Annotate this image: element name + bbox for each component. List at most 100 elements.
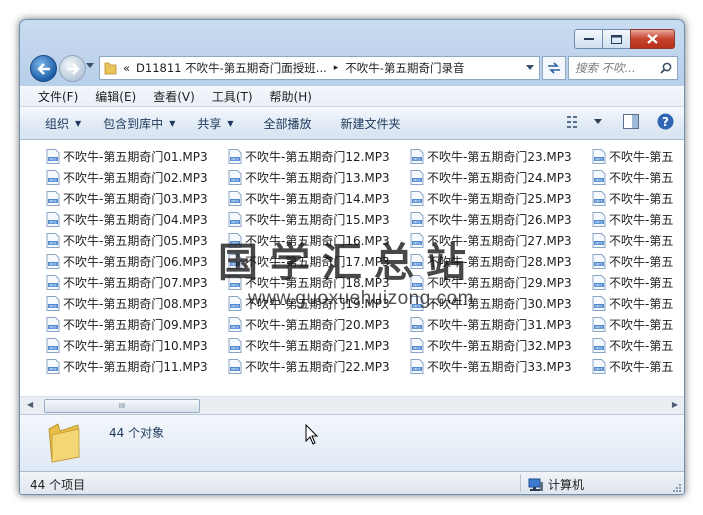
scroll-thumb[interactable]: III (44, 399, 200, 413)
object-count: 44 个对象 (109, 426, 165, 440)
file-item[interactable]: MP3 不吹牛-第五 (592, 146, 684, 167)
file-item[interactable]: MP3 不吹牛-第五期奇门03.MP3 (46, 188, 228, 209)
history-dropdown-icon[interactable] (86, 63, 94, 69)
mp3-file-icon: MP3 (592, 296, 606, 311)
file-item[interactable]: MP3 不吹牛-第五期奇门23.MP3 (410, 146, 592, 167)
mp3-file-icon: MP3 (410, 149, 424, 164)
file-item[interactable]: MP3 不吹牛-第五期奇门15.MP3 (228, 209, 410, 230)
file-name: 不吹牛-第五期奇门01.MP3 (63, 150, 208, 164)
file-list-view[interactable]: MP3 不吹牛-第五期奇门01.MP3 MP3 不吹牛-第五期奇门02.MP3 MP3 不… (20, 140, 684, 396)
close-button[interactable] (630, 29, 675, 49)
file-item[interactable]: MP3 不吹牛-第五 (592, 272, 684, 293)
preview-pane-icon[interactable] (623, 114, 639, 129)
refresh-button[interactable] (542, 56, 566, 80)
organize-button[interactable]: 组织 ▼ (45, 115, 81, 132)
file-item[interactable]: MP3 不吹牛-第五 (592, 356, 684, 377)
file-item[interactable]: MP3 不吹牛-第五期奇门26.MP3 (410, 209, 592, 230)
play-all-button[interactable]: 全部播放 (264, 115, 312, 132)
file-name: 不吹牛-第五期奇门03.MP3 (63, 192, 208, 206)
file-item[interactable]: MP3 不吹牛-第五期奇门12.MP3 (228, 146, 410, 167)
file-item[interactable]: MP3 不吹牛-第五期奇门24.MP3 (410, 167, 592, 188)
file-item[interactable]: MP3 不吹牛-第五期奇门02.MP3 (46, 167, 228, 188)
file-item[interactable]: MP3 不吹牛-第五期奇门04.MP3 (46, 209, 228, 230)
search-placeholder[interactable]: 搜索 不吹... (569, 60, 660, 76)
mp3-file-icon: MP3 (410, 212, 424, 227)
menu-help[interactable]: 帮助(H) (270, 88, 312, 105)
file-item[interactable]: MP3 不吹牛-第五期奇门31.MP3 (410, 314, 592, 335)
organize-label: 组织 (45, 116, 70, 131)
file-name: 不吹牛-第五期奇门05.MP3 (63, 234, 208, 248)
maximize-button[interactable] (602, 29, 630, 49)
explorer-window: « D11811 不吹牛-第五期奇门面授班... ▸ 不吹牛-第五期奇门录音 搜… (19, 19, 685, 495)
file-item[interactable]: MP3 不吹牛-第五期奇门08.MP3 (46, 293, 228, 314)
file-item[interactable]: MP3 不吹牛-第五期奇门11.MP3 (46, 356, 228, 377)
forward-button[interactable] (59, 55, 86, 82)
scroll-left-icon[interactable]: ◀ (27, 400, 33, 409)
minimize-button[interactable] (574, 29, 602, 49)
mp3-file-icon: MP3 (592, 317, 606, 332)
svg-text:MP3: MP3 (49, 325, 56, 329)
mp3-file-icon: MP3 (592, 170, 606, 185)
breadcrumb-separator[interactable]: ▸ (334, 63, 339, 73)
details-pane: 44 个对象 (20, 414, 684, 471)
file-item[interactable]: MP3 不吹牛-第五期奇门25.MP3 (410, 188, 592, 209)
file-name: 不吹牛-第五 (609, 360, 674, 374)
menu-view[interactable]: 查看(V) (153, 88, 195, 105)
file-item[interactable]: MP3 不吹牛-第五期奇门20.MP3 (228, 314, 410, 335)
horizontal-scrollbar[interactable]: ◀ III ▶ (20, 396, 684, 414)
file-item[interactable]: MP3 不吹牛-第五 (592, 188, 684, 209)
file-name: 不吹牛-第五期奇门09.MP3 (63, 318, 208, 332)
menu-tools[interactable]: 工具(T) (212, 88, 253, 105)
file-item[interactable]: MP3 不吹牛-第五 (592, 230, 684, 251)
file-item[interactable]: MP3 不吹牛-第五期奇门21.MP3 (228, 335, 410, 356)
file-item[interactable]: MP3 不吹牛-第五 (592, 251, 684, 272)
file-item[interactable]: MP3 不吹牛-第五期奇门09.MP3 (46, 314, 228, 335)
file-item[interactable]: MP3 不吹牛-第五 (592, 167, 684, 188)
file-item[interactable]: MP3 不吹牛-第五 (592, 314, 684, 335)
file-item[interactable]: MP3 不吹牛-第五期奇门06.MP3 (46, 251, 228, 272)
file-item[interactable]: MP3 不吹牛-第五期奇门14.MP3 (228, 188, 410, 209)
view-dropdown-icon[interactable] (594, 118, 602, 125)
caption-buttons (574, 29, 675, 49)
help-icon[interactable]: ? (657, 113, 674, 130)
menu-edit[interactable]: 编辑(E) (95, 88, 136, 105)
file-name: 不吹牛-第五 (609, 297, 674, 311)
file-item[interactable]: MP3 不吹牛-第五期奇门32.MP3 (410, 335, 592, 356)
search-icon[interactable] (660, 62, 672, 74)
file-name: 不吹牛-第五期奇门04.MP3 (63, 213, 208, 227)
share-button[interactable]: 共享 ▼ (197, 115, 233, 132)
file-item[interactable]: MP3 不吹牛-第五 (592, 293, 684, 314)
file-item[interactable]: MP3 不吹牛-第五期奇门01.MP3 (46, 146, 228, 167)
address-dropdown-icon[interactable] (526, 65, 534, 71)
search-box[interactable]: 搜索 不吹... (568, 56, 678, 80)
svg-text:MP3: MP3 (595, 220, 602, 224)
file-item[interactable]: MP3 不吹牛-第五期奇门22.MP3 (228, 356, 410, 377)
file-item[interactable]: MP3 不吹牛-第五期奇门13.MP3 (228, 167, 410, 188)
mp3-file-icon: MP3 (592, 359, 606, 374)
minimize-icon (583, 38, 594, 40)
include-library-button[interactable]: 包含到库中 ▼ (103, 115, 175, 132)
file-name: 不吹牛-第五期奇门33.MP3 (427, 360, 572, 374)
breadcrumb-current[interactable]: 不吹牛-第五期奇门录音 (345, 60, 464, 76)
address-bar[interactable]: « D11811 不吹牛-第五期奇门面授班... ▸ 不吹牛-第五期奇门录音 (99, 56, 540, 80)
file-item[interactable]: MP3 不吹牛-第五期奇门33.MP3 (410, 356, 592, 377)
mp3-file-icon: MP3 (46, 170, 60, 185)
svg-text:MP3: MP3 (595, 283, 602, 287)
scroll-right-icon[interactable]: ▶ (672, 400, 678, 409)
file-item[interactable]: MP3 不吹牛-第五期奇门10.MP3 (46, 335, 228, 356)
file-item[interactable]: MP3 不吹牛-第五期奇门07.MP3 (46, 272, 228, 293)
menu-file[interactable]: 文件(F) (38, 88, 78, 105)
file-item[interactable]: MP3 不吹牛-第五 (592, 209, 684, 230)
resize-grip-icon[interactable] (672, 483, 682, 493)
mp3-file-icon: MP3 (228, 149, 242, 164)
file-item[interactable]: MP3 不吹牛-第五 (592, 335, 684, 356)
breadcrumb-parent[interactable]: D11811 不吹牛-第五期奇门面授班... (136, 60, 327, 76)
file-item[interactable]: MP3 不吹牛-第五期奇门05.MP3 (46, 230, 228, 251)
new-folder-button[interactable]: 新建文件夹 (341, 115, 401, 132)
file-name: 不吹牛-第五期奇门06.MP3 (63, 255, 208, 269)
view-options-icon[interactable] (566, 115, 582, 129)
svg-text:MP3: MP3 (595, 178, 602, 182)
file-name: 不吹牛-第五期奇门10.MP3 (63, 339, 208, 353)
address-root-chevron[interactable]: « (123, 61, 130, 75)
back-button[interactable] (30, 55, 57, 82)
